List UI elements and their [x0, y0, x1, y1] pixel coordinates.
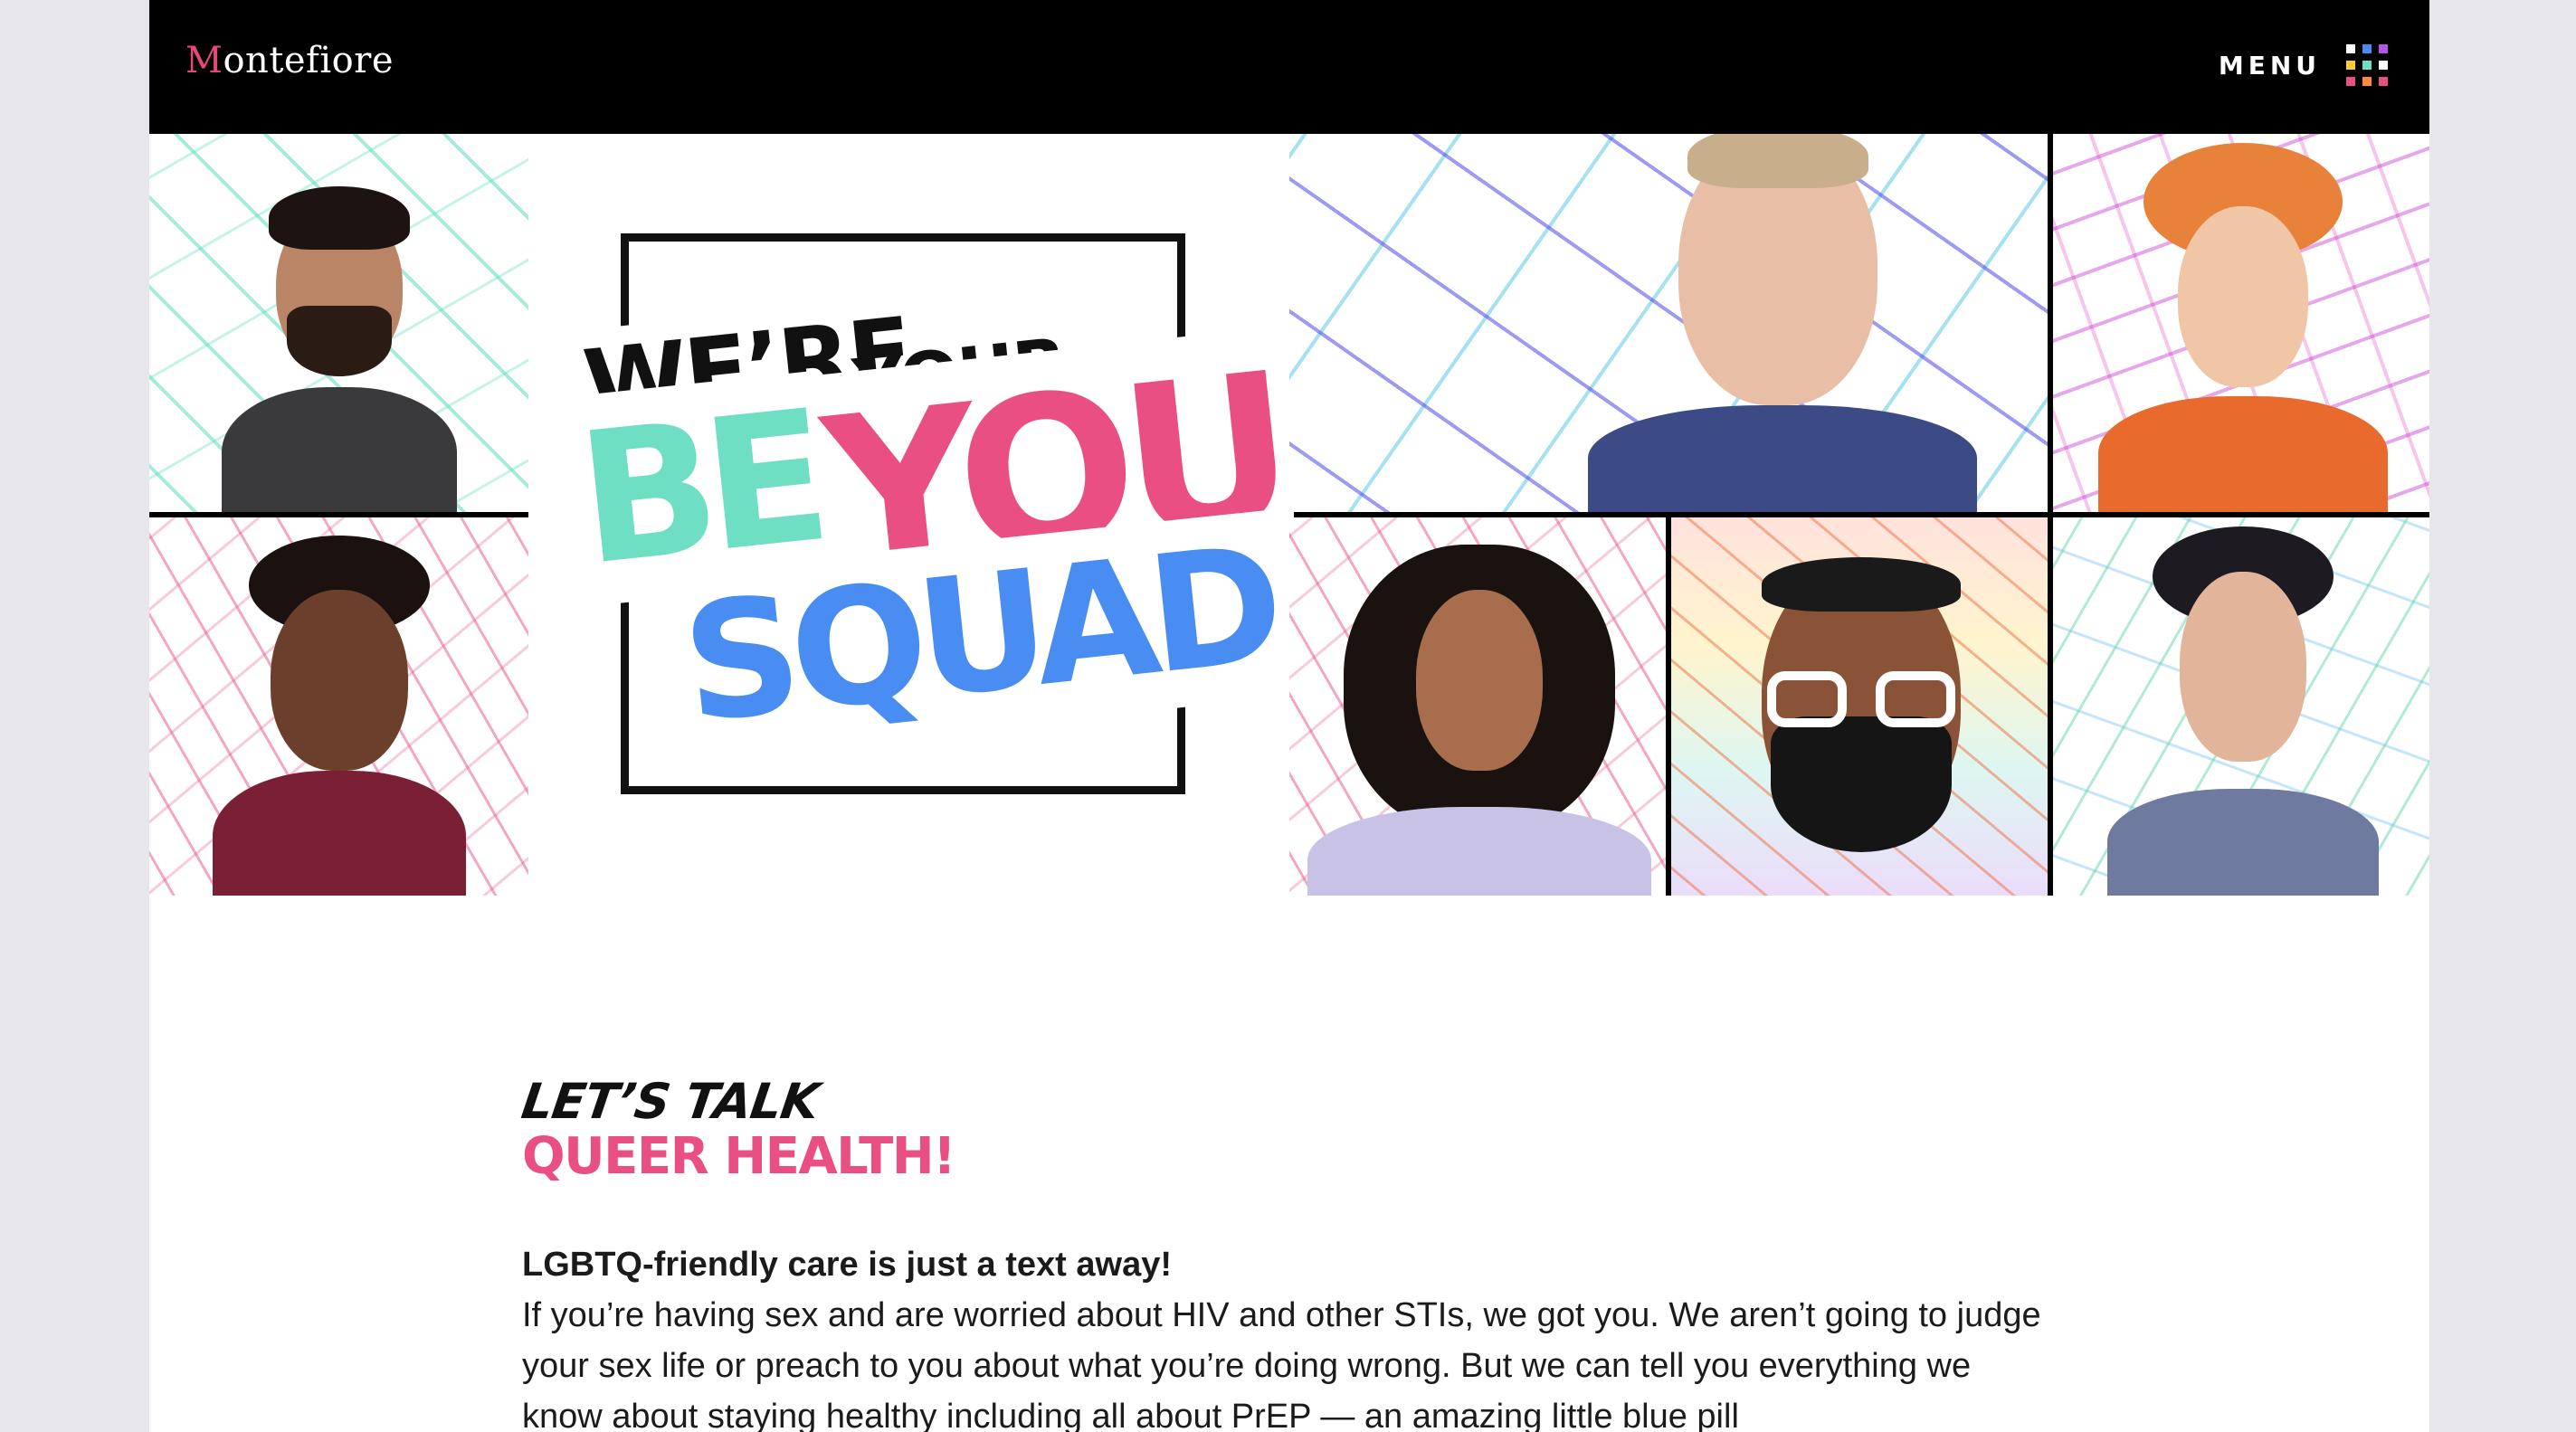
photo-tile-rainbow: [1671, 517, 2048, 896]
page: Montefiore MENU WE’RE YOU BE SQUAD LET’S…: [149, 0, 2429, 1432]
person-photo: [1307, 545, 1651, 896]
menu-dot: [2379, 44, 2388, 53]
body-paragraph: If you’re having sex and are worried abo…: [522, 1296, 2041, 1432]
hero-banner: WE’RE YOUR YOU BE SQUAD: [149, 134, 2429, 896]
menu-dot: [2346, 61, 2355, 70]
menu-dot: [2362, 44, 2372, 53]
logo-initial: M: [185, 40, 223, 81]
menu-label: MENU: [2218, 50, 2321, 81]
main-content: LET’S TALK QUEER HEALTH! LGBTQ-friendly …: [518, 1073, 2223, 1432]
photo-tile-blue: [1289, 134, 2048, 512]
person-photo: [222, 170, 457, 512]
avatar-illustration: [1735, 557, 1988, 896]
menu-dot: [2379, 77, 2388, 86]
photo-tile-green: [2053, 517, 2429, 896]
person-photo: [213, 536, 466, 896]
section-kicker: LET’S TALK: [518, 1073, 822, 1130]
menu-dot: [2362, 77, 2372, 86]
menu-grid-icon: [2346, 44, 2388, 86]
photo-tile-teal: [149, 134, 528, 512]
menu-dot: [2346, 77, 2355, 86]
person-photo: [2098, 143, 2388, 512]
top-navigation-bar: Montefiore MENU: [149, 0, 2429, 134]
montefiore-logo[interactable]: Montefiore: [185, 40, 394, 81]
photo-tile-pink-2: [1289, 517, 1666, 896]
menu-button[interactable]: MENU: [2219, 36, 2388, 94]
menu-dot: [2379, 61, 2388, 70]
lead-text: LGBTQ-friendly care is just a text away!: [522, 1246, 1172, 1284]
logo-text: ontefiore: [223, 40, 394, 81]
person-photo: [2107, 526, 2379, 896]
photo-tile-pink: [149, 517, 528, 896]
section-headline: QUEER HEALTH!: [522, 1127, 956, 1186]
menu-dot: [2362, 61, 2372, 70]
person-photo: [1588, 134, 1977, 512]
photo-tile-magenta: [2053, 134, 2429, 512]
menu-dot: [2346, 44, 2355, 53]
